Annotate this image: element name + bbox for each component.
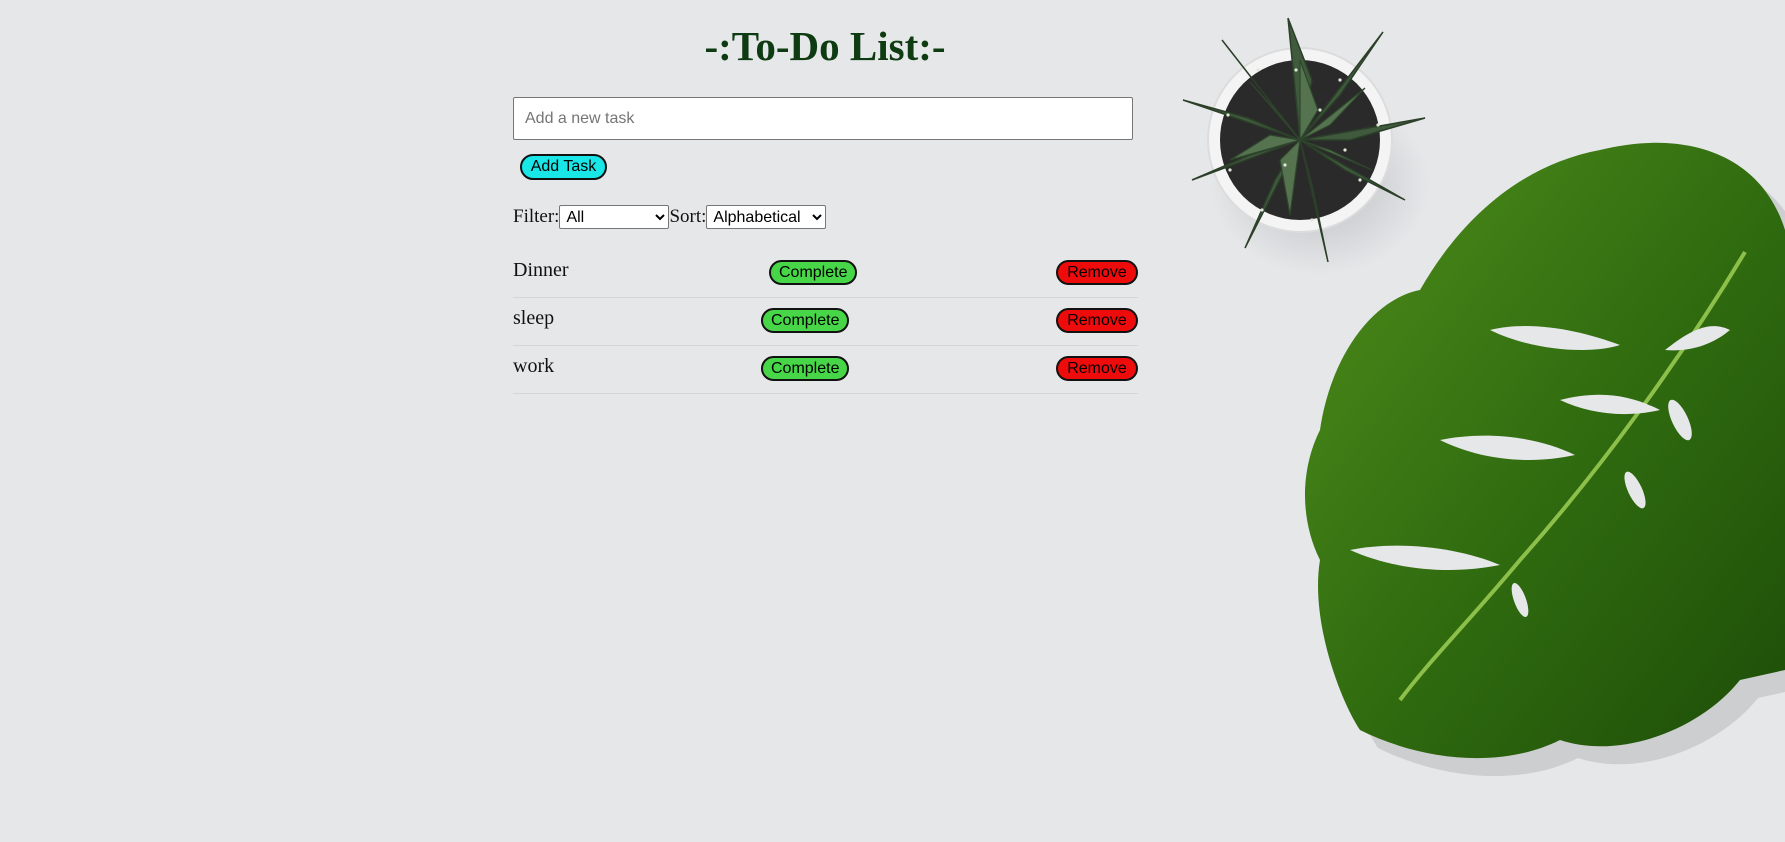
- remove-button[interactable]: Remove: [1056, 356, 1138, 381]
- task-row: sleep Complete Remove: [513, 298, 1138, 346]
- task-name: sleep: [513, 307, 555, 329]
- task-row: work Complete Remove: [513, 346, 1138, 394]
- succulent-icon: [1182, 17, 1430, 275]
- remove-button[interactable]: Remove: [1056, 308, 1138, 333]
- filter-sort-controls: Filter: All Sort: Alphabetical: [513, 205, 827, 229]
- plant-decoration: [1182, 17, 1785, 777]
- todo-page: -:To-Do List:- Add Task Filter: All Sort…: [0, 0, 1785, 842]
- new-task-input[interactable]: [513, 97, 1133, 140]
- page-title: -:To-Do List:-: [704, 23, 946, 69]
- complete-button[interactable]: Complete: [761, 308, 850, 333]
- task-list: Dinner Complete Remove sleep Complete Re…: [513, 250, 1138, 394]
- task-name: Dinner: [513, 259, 569, 281]
- add-task-button[interactable]: Add Task: [520, 154, 607, 180]
- task-name: work: [513, 355, 555, 377]
- complete-button[interactable]: Complete: [769, 260, 858, 285]
- sort-label: Sort:: [669, 206, 707, 227]
- complete-button[interactable]: Complete: [761, 356, 850, 381]
- filter-select[interactable]: All: [559, 205, 670, 229]
- remove-button[interactable]: Remove: [1056, 260, 1138, 285]
- filter-label: Filter:: [513, 206, 560, 227]
- sort-select[interactable]: Alphabetical: [706, 205, 827, 229]
- task-row: Dinner Complete Remove: [513, 250, 1138, 298]
